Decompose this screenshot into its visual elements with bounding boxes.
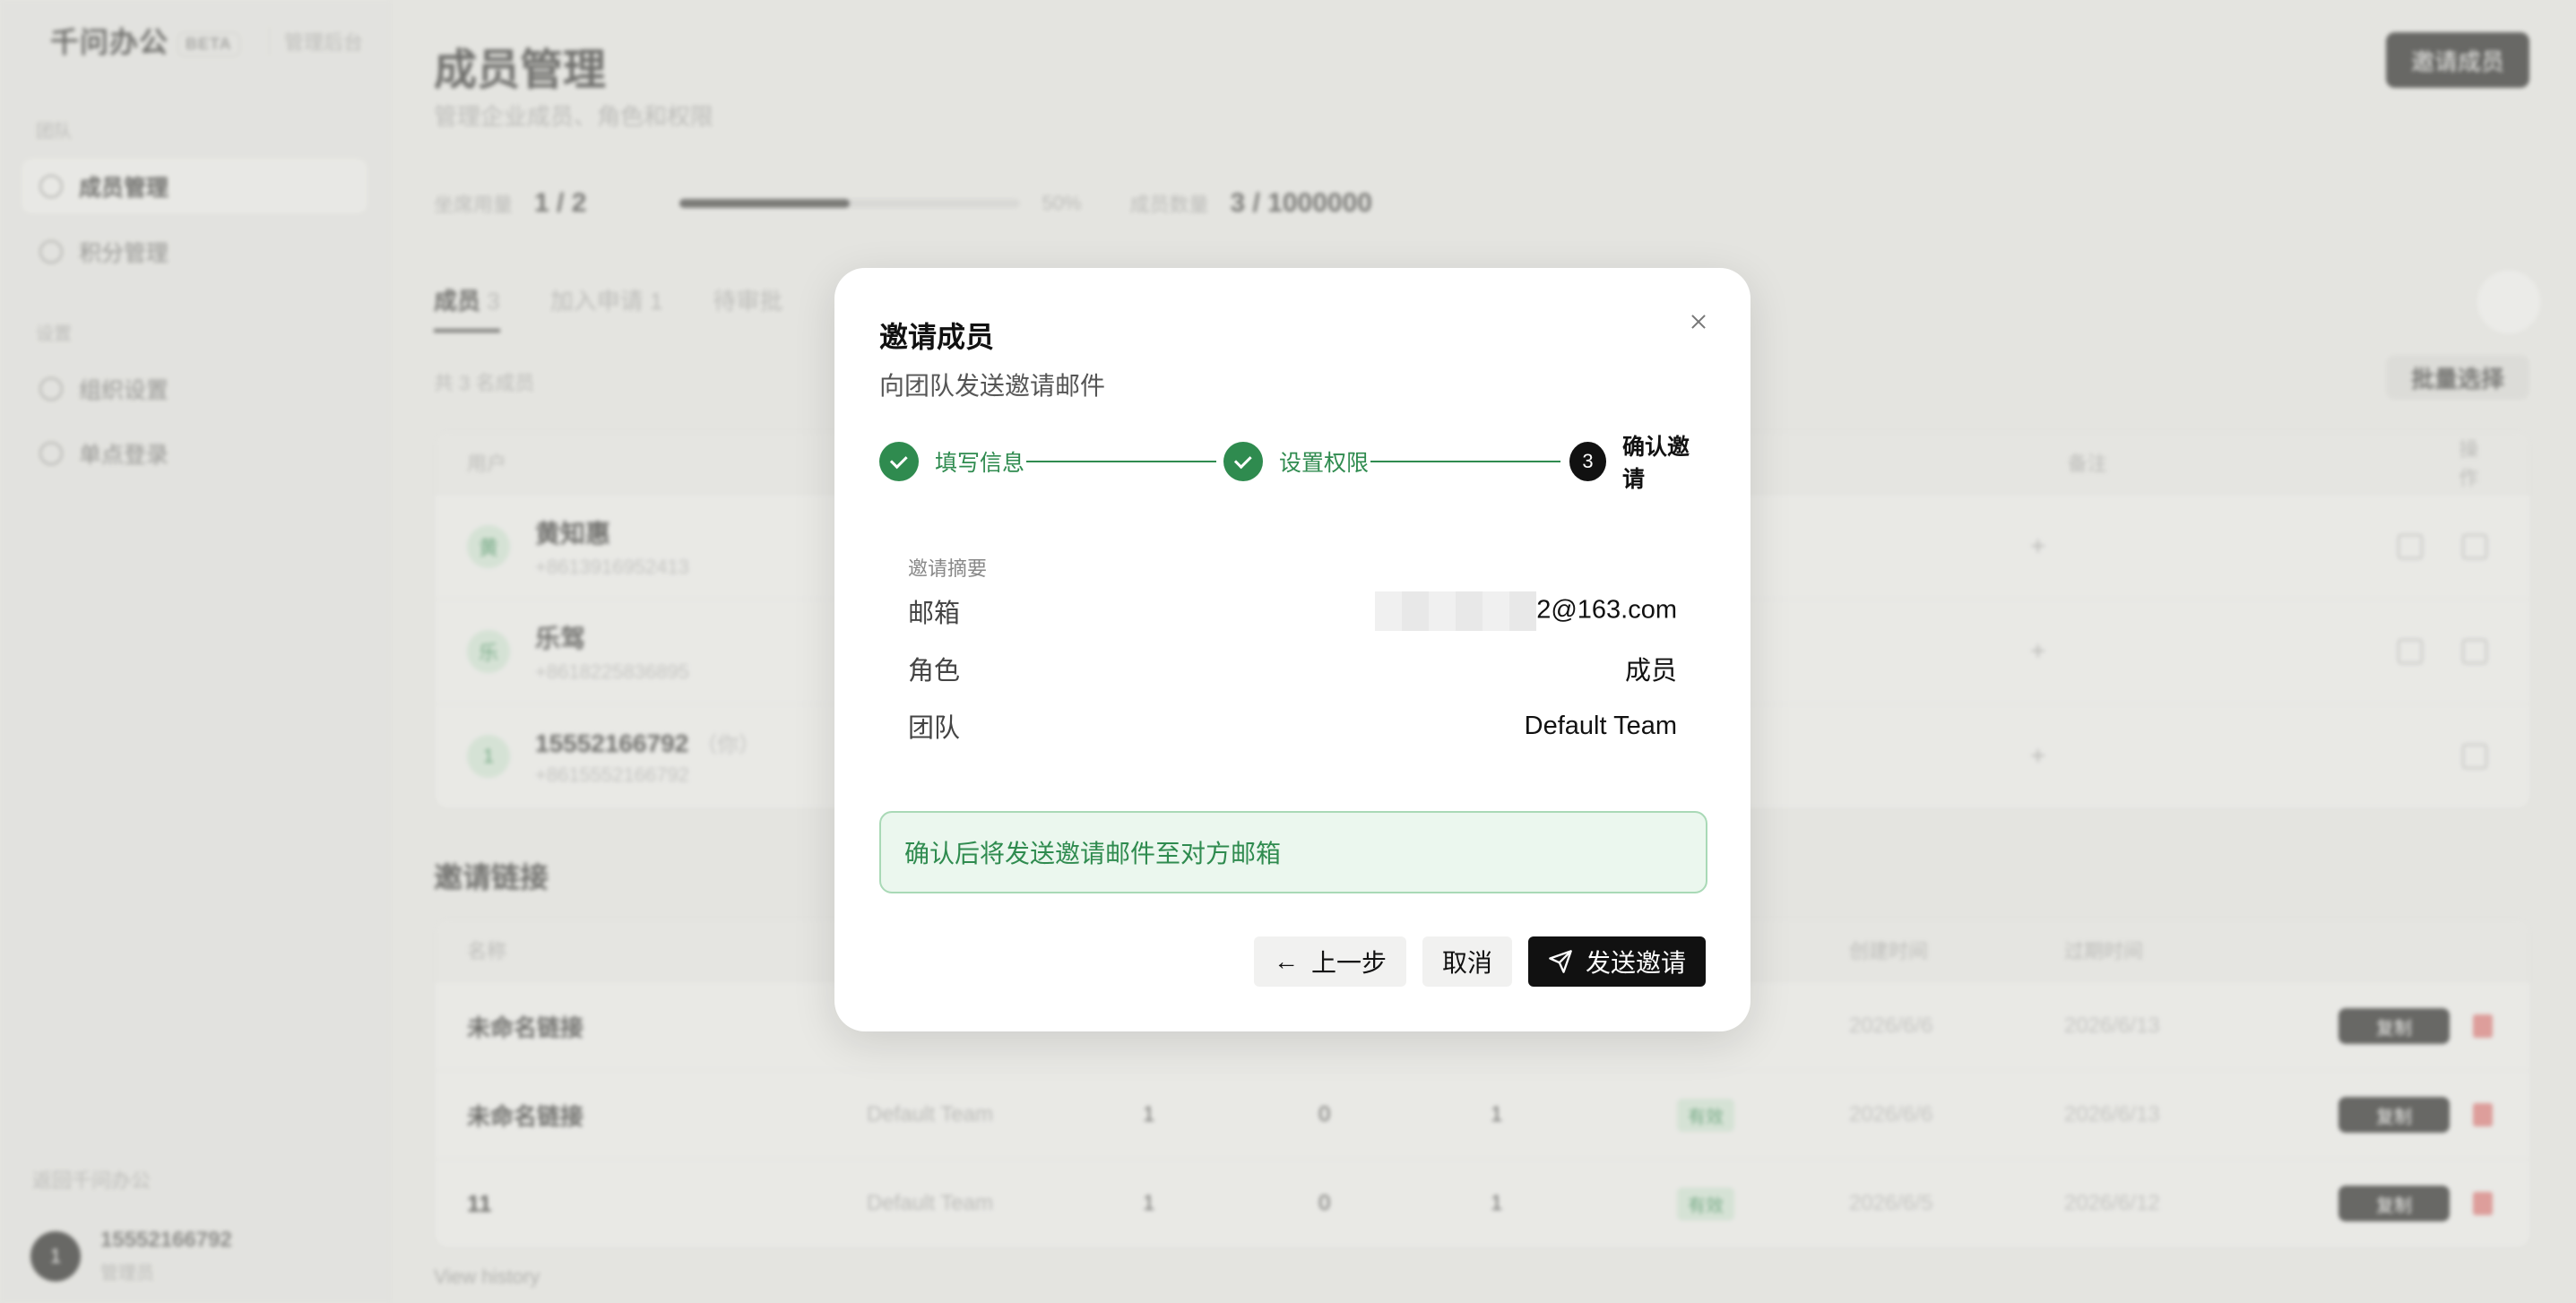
arrow-left-icon: ← [1273,947,1299,975]
role-label: 角色 [908,657,961,686]
check-icon [879,442,919,481]
check-icon [1223,442,1263,481]
step-label: 填写信息 [935,451,1025,476]
team-label: 团队 [908,714,961,743]
summary-email-row: 邮箱 2@163.com [908,591,1677,631]
step-connector [1026,461,1216,462]
dialog-subtitle: 向团队发送邀请邮件 [879,372,1106,400]
confirm-notice: 确认后将发送邀请邮件至对方邮箱 [879,811,1707,893]
step-label: 设置权限 [1279,451,1370,476]
redacted-area [1375,591,1537,631]
step-number: 3 [1569,442,1606,481]
summary-heading: 邀请摘要 [908,557,988,580]
send-icon [1549,950,1572,973]
invite-member-dialog: 邀请成员 向团队发送邀请邮件 填写信息 设置权限 3 确认邀请 邀请摘要 邮箱 … [834,268,1750,1031]
step-set-permissions: 设置权限 [1223,440,1369,483]
role-value: 成员 [1624,657,1677,686]
dialog-title: 邀请成员 [879,321,995,353]
previous-step-button[interactable]: ← 上一步 [1253,936,1406,987]
email-label: 邮箱 [908,600,961,628]
team-value: Default Team [1524,711,1677,740]
email-value: 2@163.com [1375,591,1677,631]
step-connector [1370,461,1560,462]
step-label: 确认邀请 [1621,435,1690,492]
summary-team-row: 团队 Default Team [908,707,1677,745]
dialog-actions: ← 上一步 取消 发送邀请 [1253,936,1706,987]
step-confirm-invite: 3 确认邀请 [1569,435,1706,492]
step-fill-info: 填写信息 [879,440,1024,483]
summary-role-row: 角色 成员 [908,650,1677,687]
stepper: 填写信息 设置权限 3 确认邀请 [879,435,1706,492]
cancel-button[interactable]: 取消 [1422,936,1512,987]
send-invite-button[interactable]: 发送邀请 [1527,936,1706,987]
close-icon[interactable] [1682,306,1715,338]
